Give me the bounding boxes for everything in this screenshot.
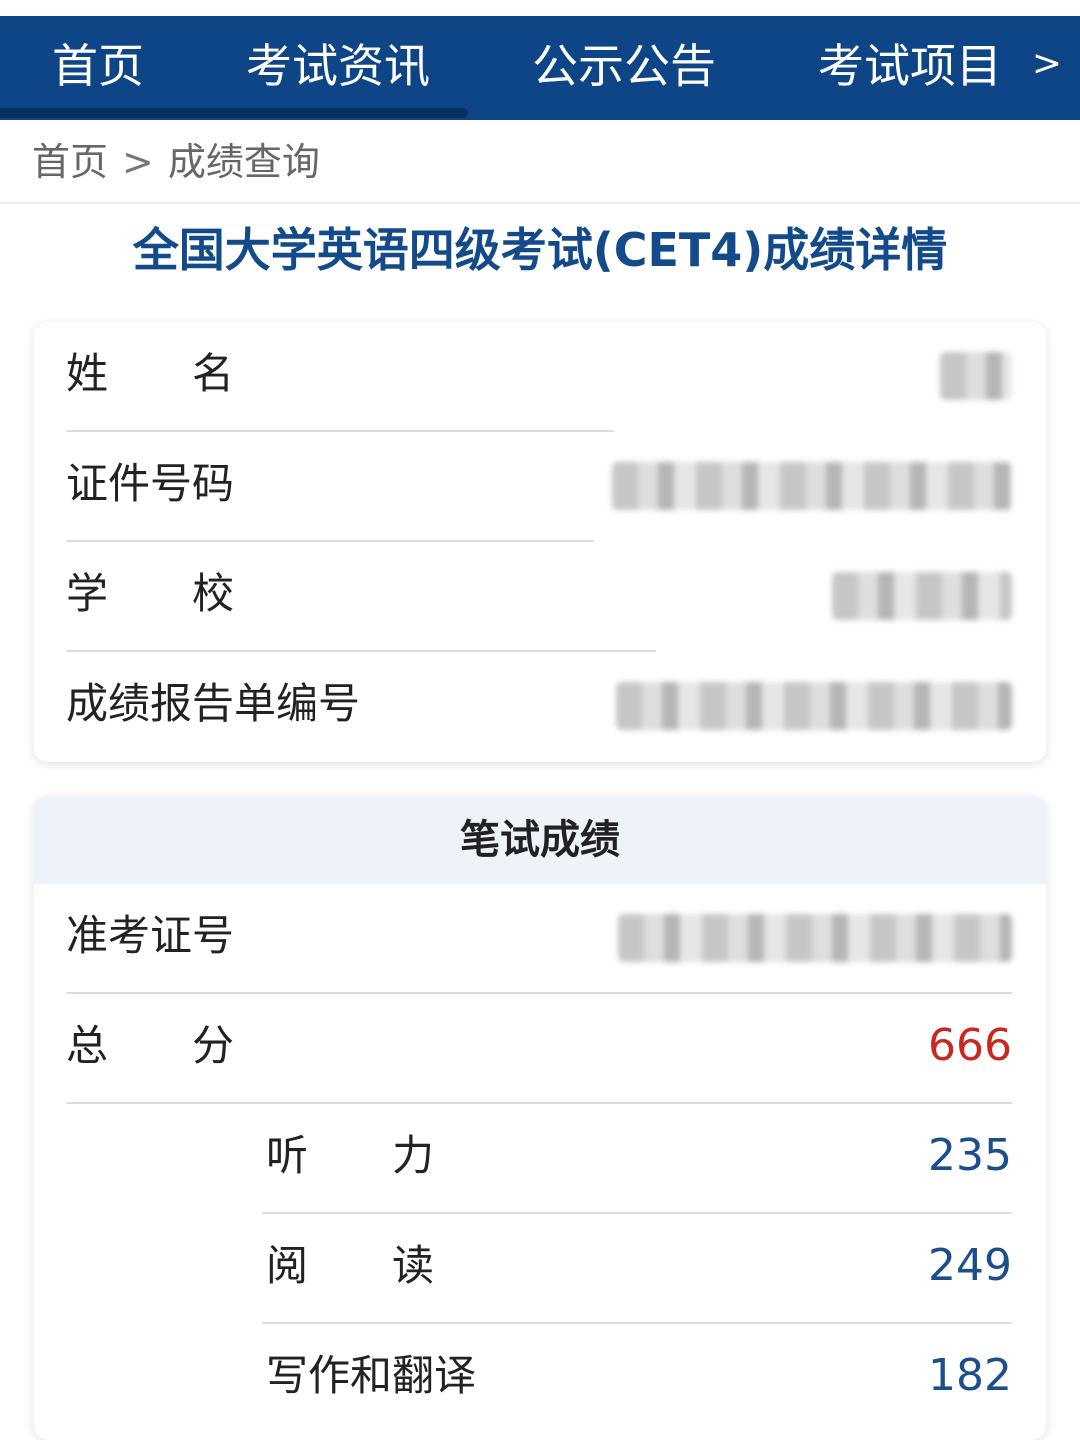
nav-scroll-indicator [0,108,468,118]
info-row-school: 学 校 [66,542,1012,652]
writing-translation-score-value: 182 [928,1350,1012,1401]
writing-translation-label: 写作和翻译 [266,1351,477,1400]
score-row-writing-translation: 写作和翻译 182 [66,1324,1012,1434]
page-title: 全国大学英语四级考试(CET4)成绩详情 [132,223,948,277]
personal-info-card: 姓 名 证件号码 学 校 成绩报告单编号 [34,322,1046,762]
total-score-value: 666 [928,1020,1012,1071]
listening-label: 听 力 [266,1131,435,1180]
top-nav-bar: 首页 考试资讯 公示公告 考试项目 > [0,16,1080,120]
id-number-value-masked [612,456,1012,512]
written-score-card: 笔试成绩 准考证号 总 分 666 听 力 235 阅 读 249 写作和翻译 … [34,796,1046,1440]
status-strip [0,0,1080,16]
report-number-label: 成绩报告单编号 [66,679,361,728]
nav-item-home[interactable]: 首页 [52,38,144,94]
score-row-admission-number: 准考证号 [66,884,1012,994]
total-score-label: 总 分 [66,1021,235,1070]
breadcrumb-separator: > [122,140,154,184]
listening-score-value: 235 [928,1130,1012,1181]
info-row-name: 姓 名 [66,322,1012,432]
name-label: 姓 名 [66,349,235,398]
admission-number-value-masked [618,908,1012,964]
report-number-value-masked [616,676,1012,732]
breadcrumb-current: 成绩查询 [167,140,320,184]
breadcrumb-divider [0,202,1080,204]
nav-item-announcements[interactable]: 公示公告 [532,38,716,94]
name-value-masked [940,346,1012,402]
reading-score-value: 249 [928,1240,1012,1291]
school-label: 学 校 [66,569,235,618]
nav-item-exam-news[interactable]: 考试资讯 [246,38,430,94]
written-score-header: 笔试成绩 [34,796,1046,884]
admission-number-label: 准考证号 [66,911,235,960]
score-row-total: 总 分 666 [66,994,1012,1104]
breadcrumb: 首页 > 成绩查询 [32,136,320,188]
reading-label: 阅 读 [266,1241,435,1290]
school-value-masked [832,566,1012,622]
id-number-label: 证件号码 [66,459,235,508]
nav-item-exam-projects[interactable]: 考试项目 [818,38,1002,94]
info-row-id-number: 证件号码 [66,432,1012,542]
score-row-listening: 听 力 235 [66,1104,1012,1214]
nav-more-chevron-icon[interactable]: > [1032,40,1062,88]
score-row-reading: 阅 读 249 [66,1214,1012,1324]
info-row-report-number: 成绩报告单编号 [66,652,1012,762]
breadcrumb-home-link[interactable]: 首页 [32,140,108,184]
